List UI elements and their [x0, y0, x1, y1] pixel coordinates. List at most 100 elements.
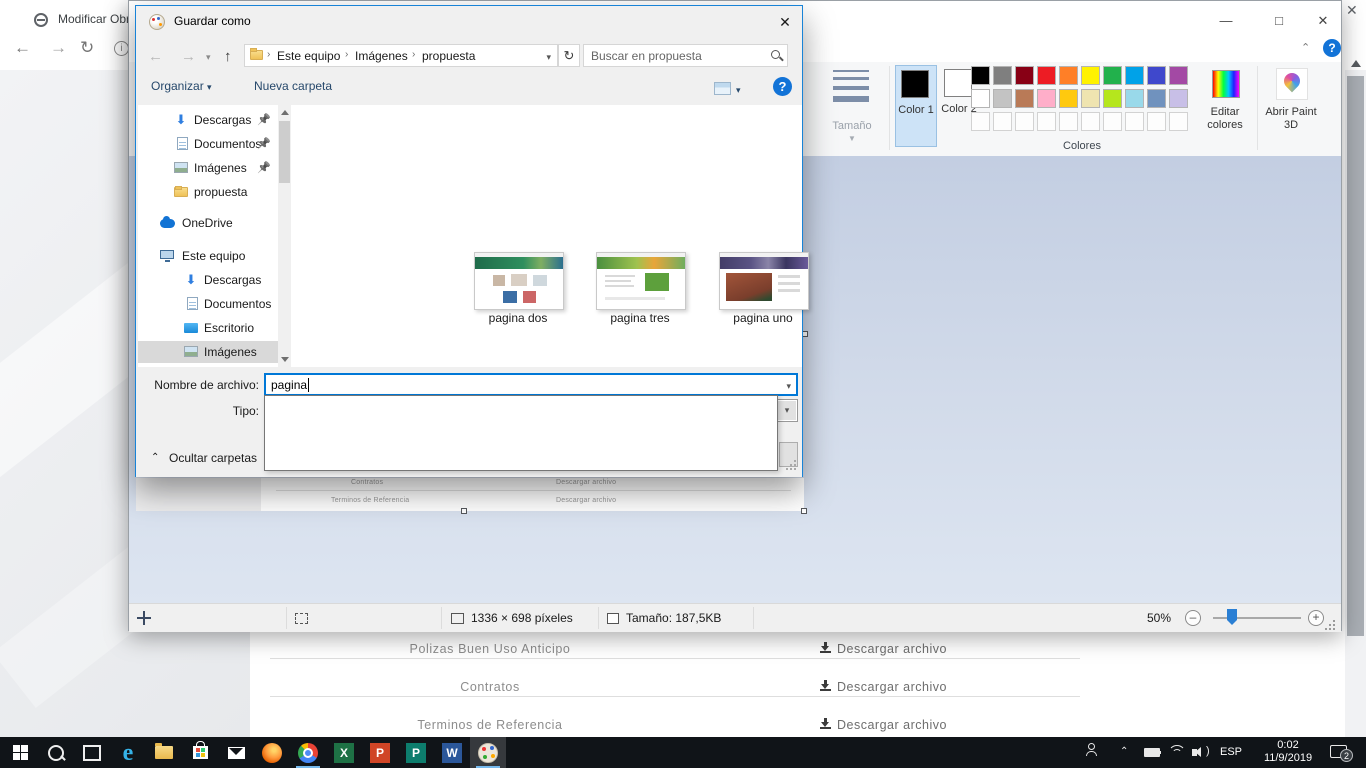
color1-button[interactable]: Color 1	[895, 65, 937, 147]
start-button[interactable]	[2, 737, 38, 768]
palette-color[interactable]	[1081, 89, 1100, 108]
browser-scrollbar-thumb[interactable]	[1347, 76, 1364, 636]
taskbar-search-button[interactable]	[38, 737, 74, 768]
taskbar-firefox[interactable]	[254, 737, 290, 768]
taskbar-paint[interactable]	[470, 737, 506, 768]
close-button[interactable]: ✕	[1308, 9, 1338, 33]
open-paint3d-button[interactable]: Abrir Paint 3D	[1263, 66, 1319, 152]
sidebar-item-onedrive[interactable]: OneDrive	[138, 212, 278, 234]
palette-color[interactable]	[1103, 89, 1122, 108]
sidebar-item-imagenes-2[interactable]: Imágenes	[138, 341, 278, 363]
sidebar-item-documentos[interactable]: Documentos 📌	[138, 133, 278, 155]
maximize-button[interactable]: □	[1264, 9, 1294, 33]
taskbar-word[interactable]: W	[434, 737, 470, 768]
collapse-ribbon-icon[interactable]: ⌃	[1301, 41, 1310, 54]
window-resize-grip[interactable]	[1325, 620, 1337, 630]
palette-color[interactable]	[1125, 66, 1144, 85]
language-indicator[interactable]: ESP	[1220, 746, 1242, 758]
download-link[interactable]: Descargar archivo	[820, 718, 947, 732]
taskbar-chrome[interactable]	[290, 737, 326, 768]
browser-back-button[interactable]: ←	[14, 38, 31, 58]
palette-color[interactable]	[1015, 89, 1034, 108]
zoom-in-button[interactable]: +	[1308, 610, 1324, 626]
download-link[interactable]: Descargar archivo	[820, 680, 947, 694]
sidebar-item-documentos-2[interactable]: Documentos	[138, 293, 278, 315]
dialog-close-button[interactable]: ✕	[772, 12, 798, 32]
paint-help-button[interactable]: ?	[1323, 39, 1341, 57]
browser-reload-button[interactable]: ↻	[80, 38, 94, 58]
palette-empty-slot[interactable]	[1103, 112, 1122, 131]
palette-empty-slot[interactable]	[1147, 112, 1166, 131]
palette-empty-slot[interactable]	[971, 112, 990, 131]
sidebar-item-propuesta[interactable]: propuesta	[138, 181, 278, 203]
edit-colors-button[interactable]: Editar colores	[1197, 66, 1253, 152]
palette-color[interactable]	[1059, 66, 1078, 85]
taskbar-clock[interactable]: 0:02 11/9/2019	[1252, 739, 1324, 765]
palette-empty-slot[interactable]	[1015, 112, 1034, 131]
palette-color[interactable]	[1059, 89, 1078, 108]
palette-color[interactable]	[993, 89, 1012, 108]
browser-close-button[interactable]: ✕	[1346, 2, 1366, 22]
tray-expand-icon[interactable]: ⌃	[1120, 746, 1128, 757]
browser-forward-button[interactable]: →	[50, 38, 67, 58]
file-thumbnail-pagina-tres[interactable]	[596, 252, 686, 310]
scrollbar-up-icon[interactable]	[1351, 60, 1361, 67]
new-folder-button[interactable]: Nueva carpeta	[254, 79, 332, 93]
taskbar-mail[interactable]	[218, 737, 254, 768]
sidebar-item-descargas[interactable]: ⬇ Descargas 📌	[138, 109, 278, 131]
minimize-button[interactable]: —	[1211, 9, 1241, 33]
hide-folders-button[interactable]: ⌃ Ocultar carpetas	[146, 449, 261, 469]
palette-color[interactable]	[1125, 89, 1144, 108]
palette-color[interactable]	[1037, 89, 1056, 108]
nav-scrollbar[interactable]	[278, 105, 291, 367]
sidebar-item-este-equipo[interactable]: Este equipo	[138, 245, 278, 267]
page-info-icon[interactable]: i	[114, 41, 129, 56]
file-thumbnail-pagina-dos[interactable]	[474, 252, 564, 310]
palette-empty-slot[interactable]	[1081, 112, 1100, 131]
palette-color[interactable]	[971, 89, 990, 108]
chevron-down-icon[interactable]: ▾	[546, 52, 551, 63]
palette-color[interactable]	[1147, 89, 1166, 108]
help-button[interactable]: ?	[773, 77, 792, 96]
canvas-resize-handle[interactable]	[801, 508, 807, 514]
taskbar-powerpoint[interactable]: P	[362, 737, 398, 768]
palette-empty-slot[interactable]	[1125, 112, 1144, 131]
search-input[interactable]: Buscar en propuesta	[583, 44, 788, 67]
chevron-down-icon[interactable]: ▾	[777, 401, 796, 420]
palette-color[interactable]	[1169, 66, 1188, 85]
download-link[interactable]: Descargar archivo	[820, 642, 947, 656]
breadcrumb-item[interactable]: Este equipo	[277, 49, 340, 63]
palette-color[interactable]	[1147, 66, 1166, 85]
task-view-button[interactable]	[74, 737, 110, 768]
scrollbar-down-icon[interactable]	[281, 357, 289, 362]
people-icon[interactable]	[1088, 743, 1095, 750]
palette-color[interactable]	[1037, 66, 1056, 85]
filename-autocomplete-dropdown[interactable]	[264, 395, 778, 471]
zoom-out-button[interactable]: –	[1185, 610, 1201, 626]
recent-locations-icon[interactable]: ▾	[206, 52, 211, 63]
zoom-slider-thumb[interactable]	[1227, 609, 1237, 620]
palette-color[interactable]	[1081, 66, 1100, 85]
taskbar-file-explorer[interactable]	[146, 737, 182, 768]
palette-empty-slot[interactable]	[1037, 112, 1056, 131]
dialog-title-bar[interactable]: Guardar como ✕	[136, 6, 802, 38]
canvas-resize-handle[interactable]	[461, 508, 467, 514]
breadcrumb-item[interactable]: Imágenes	[355, 49, 408, 63]
nav-scrollbar-thumb[interactable]	[279, 121, 290, 183]
chevron-down-icon[interactable]: ▾	[786, 381, 791, 392]
palette-empty-slot[interactable]	[1169, 112, 1188, 131]
back-icon[interactable]: ←	[148, 48, 163, 65]
palette-color[interactable]	[971, 66, 990, 85]
file-thumbnail-pagina-uno[interactable]	[719, 252, 809, 310]
palette-empty-slot[interactable]	[993, 112, 1012, 131]
forward-icon[interactable]: →	[181, 48, 196, 65]
taskbar-excel[interactable]: X	[326, 737, 362, 768]
sidebar-item-descargas-2[interactable]: ⬇ Descargas	[138, 269, 278, 291]
palette-color[interactable]	[993, 66, 1012, 85]
up-icon[interactable]: ↑	[224, 48, 232, 65]
address-bar[interactable]: › Este equipo › Imágenes › propuesta ▾	[244, 44, 558, 67]
palette-empty-slot[interactable]	[1059, 112, 1078, 131]
dialog-resize-grip[interactable]	[786, 460, 798, 472]
refresh-button[interactable]: ↻	[558, 44, 580, 67]
palette-color[interactable]	[1103, 66, 1122, 85]
